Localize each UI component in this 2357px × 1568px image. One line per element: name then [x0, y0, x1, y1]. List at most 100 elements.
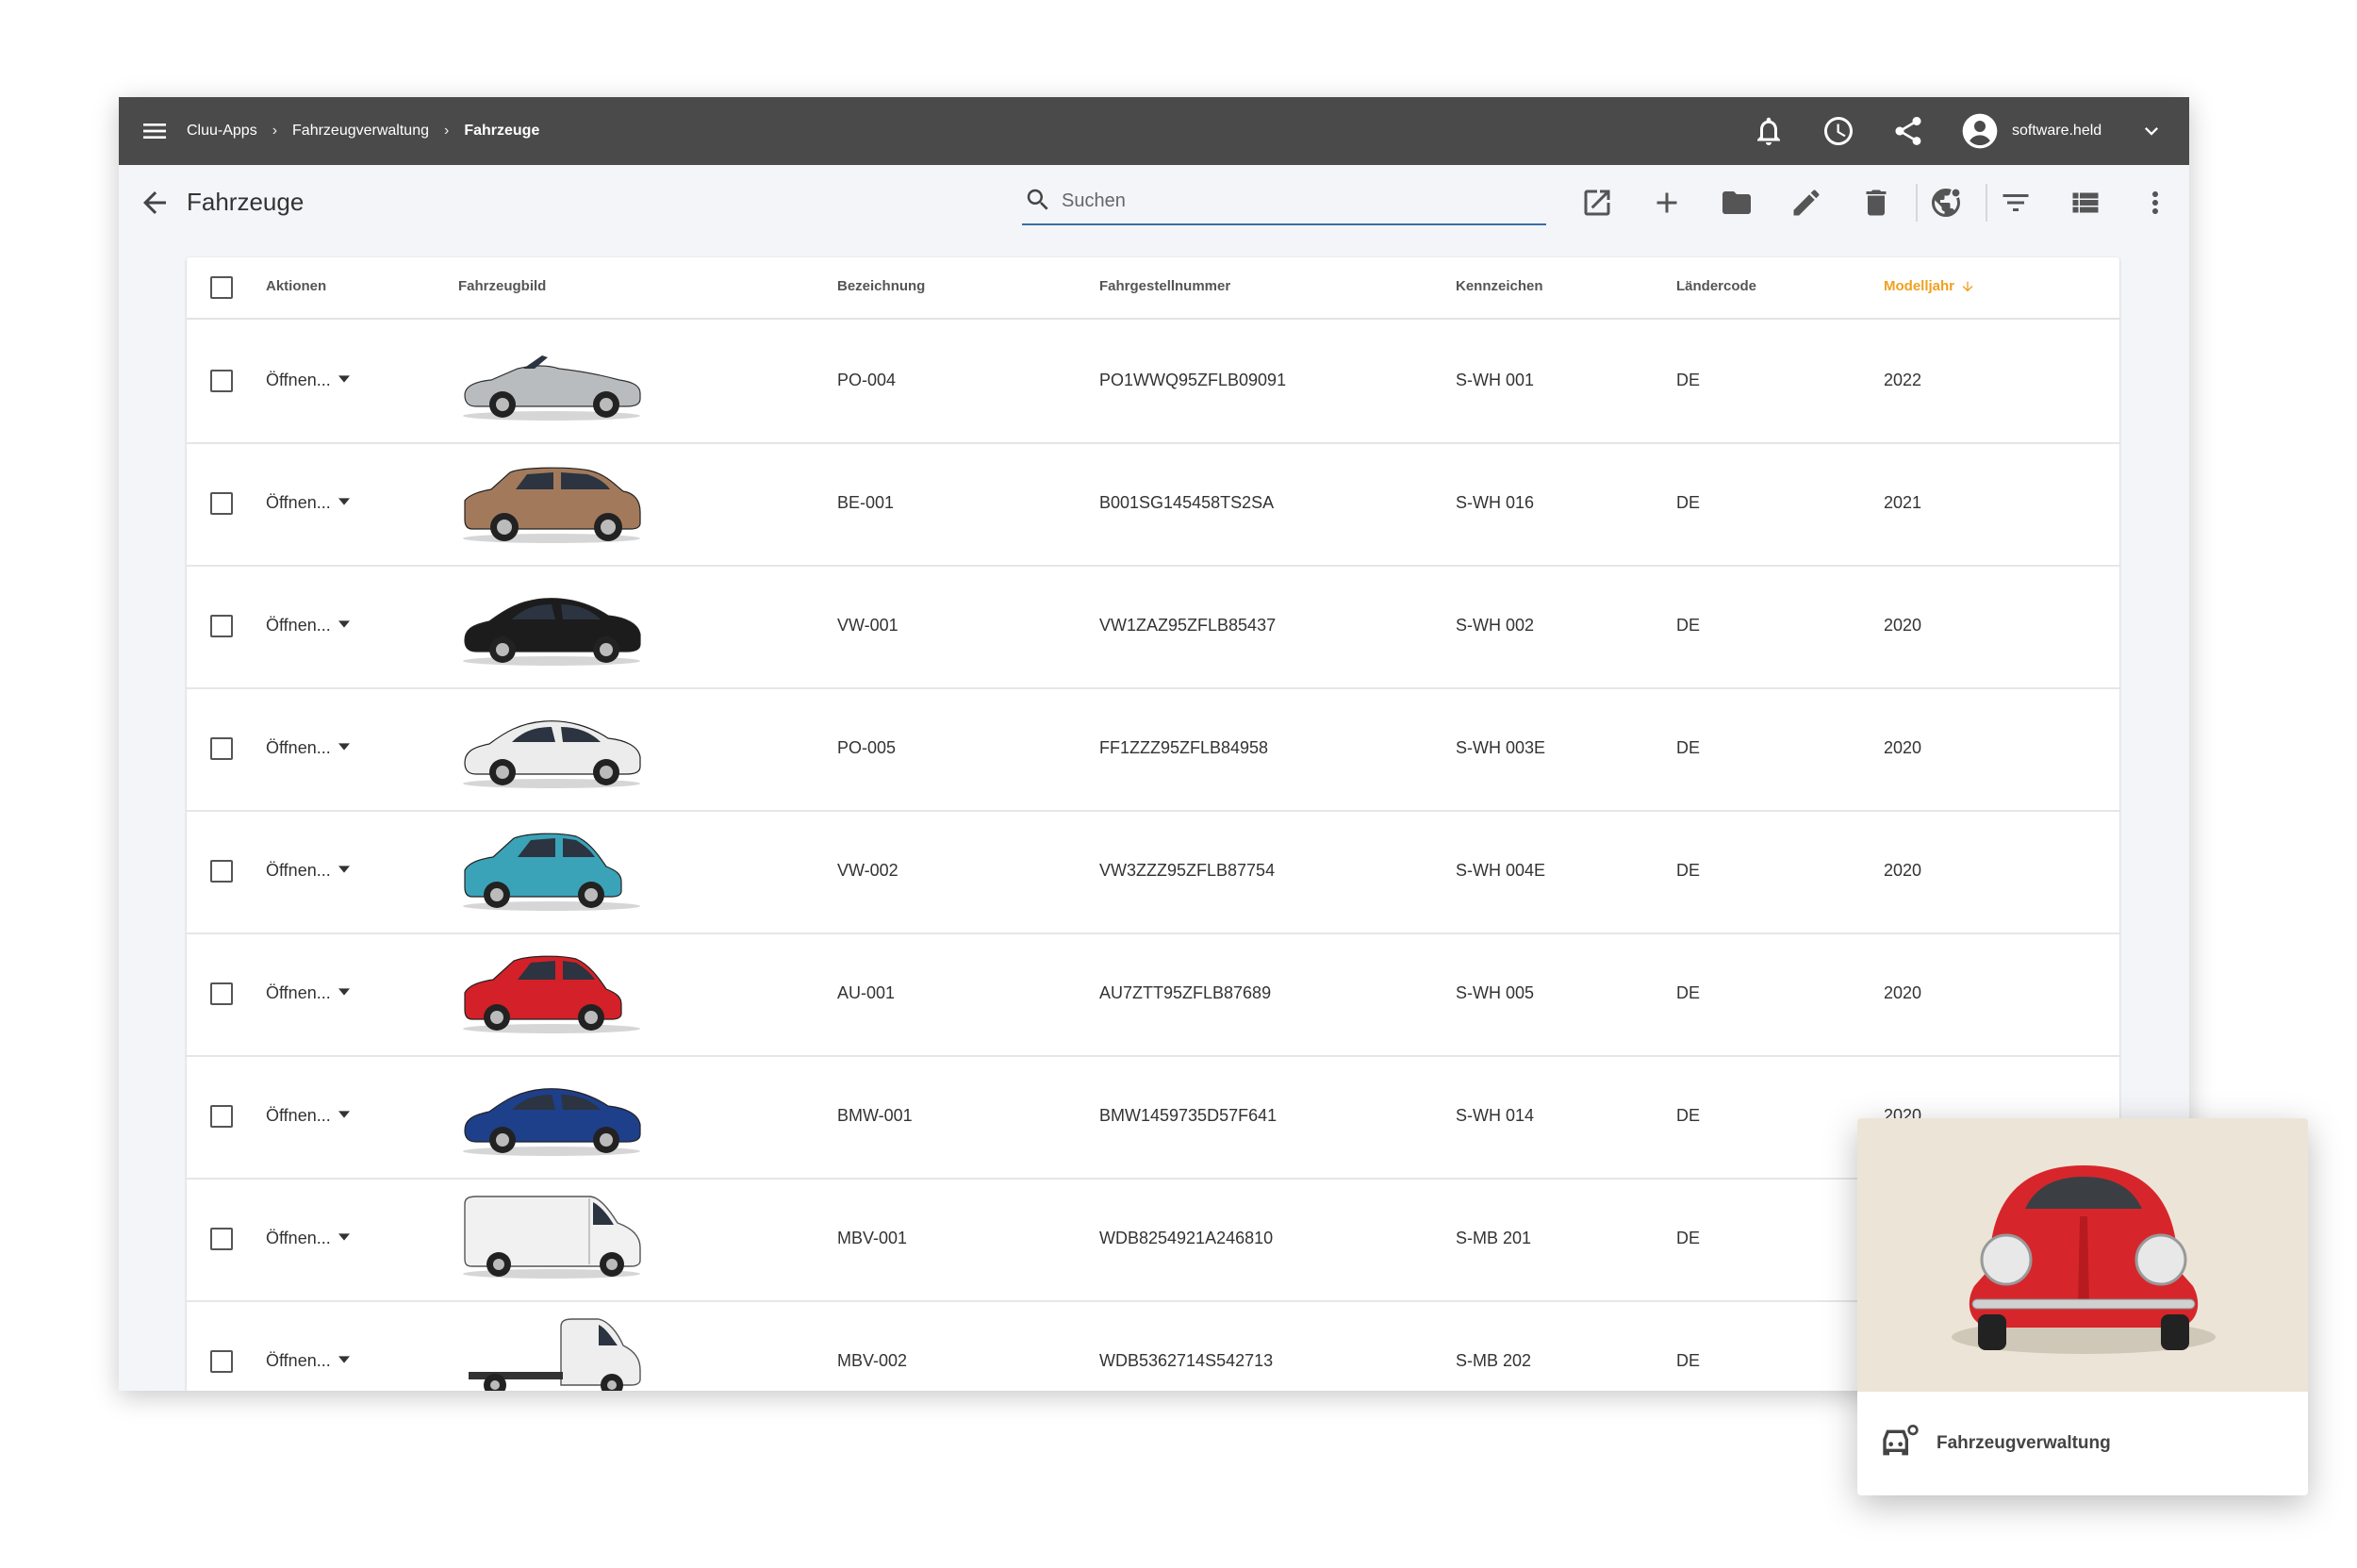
cell-fahrgestellnummer: FF1ZZZ95ZFLB84958 [1099, 738, 1269, 757]
open-label: Öffnen... [266, 983, 331, 1002]
caret-down-icon [338, 987, 350, 996]
open-in-new-icon[interactable] [1580, 186, 1614, 220]
cell-kennzeichen: S-WH 014 [1456, 1106, 1535, 1125]
open-dropdown[interactable]: Öffnen... [266, 616, 350, 635]
filter-icon[interactable] [1999, 186, 2033, 220]
open-label: Öffnen... [266, 371, 331, 389]
open-label: Öffnen... [266, 1351, 331, 1370]
row-checkbox[interactable] [210, 737, 233, 760]
folder-icon[interactable] [1720, 186, 1754, 220]
caret-down-icon [338, 1232, 350, 1241]
open-dropdown[interactable]: Öffnen... [266, 493, 350, 513]
caret-down-icon [338, 374, 350, 383]
cell-kennzeichen: S-WH 001 [1456, 371, 1535, 389]
row-checkbox[interactable] [210, 1350, 233, 1373]
row-checkbox[interactable] [210, 982, 233, 1005]
column-header-fahrzeugbild[interactable]: Fahrzeugbild [458, 278, 546, 294]
cell-modelljahr: 2020 [1884, 738, 1922, 757]
column-header-kennzeichen[interactable]: Kennzeichen [1456, 278, 1543, 294]
open-dropdown[interactable]: Öffnen... [266, 1351, 350, 1371]
cell-kennzeichen: S-WH 016 [1456, 493, 1535, 512]
toolbar-divider [1986, 184, 1987, 222]
car-settings-icon [1883, 1425, 1919, 1456]
row-checkbox[interactable] [210, 492, 233, 515]
cell-fahrgestellnummer: VW1ZAZ95ZFLB85437 [1099, 616, 1277, 635]
table-row[interactable]: Öffnen... MBV-002 WDB5362714S542713 S-MB 20… [187, 1300, 2119, 1391]
cell-fahrgestellnummer: WDB8254921A246810 [1099, 1229, 1274, 1247]
more-vert-icon[interactable] [2138, 186, 2172, 220]
cell-fahrgestellnummer: PO1WWQ95ZFLB09091 [1099, 371, 1287, 389]
table-row[interactable]: Öffnen... BE-001 B001SG145458TS2SA S-WH 016… [187, 442, 2119, 567]
app-tile-fahrzeugverwaltung[interactable]: Fahrzeugverwaltung [1857, 1118, 2308, 1495]
breadcrumb-current: Fahrzeuge [464, 123, 540, 139]
cell-modelljahr: 2020 [1884, 616, 1922, 635]
table-row[interactable]: Öffnen... BMW-001 BMW1459735D57F641 S-WH 01… [187, 1055, 2119, 1180]
list-view-icon[interactable] [2069, 186, 2102, 220]
row-checkbox[interactable] [210, 370, 233, 392]
menu-icon[interactable] [140, 116, 170, 146]
table-row[interactable]: Öffnen... VW-002 VW3ZZZ95ZFLB87754 S-WH 004… [187, 810, 2119, 934]
row-checkbox[interactable] [210, 860, 233, 883]
open-dropdown[interactable]: Öffnen... [266, 1229, 350, 1248]
row-checkbox[interactable] [210, 1228, 233, 1250]
select-all-checkbox[interactable] [210, 276, 233, 299]
open-dropdown[interactable]: Öffnen... [266, 738, 350, 758]
search-field [1022, 178, 1546, 225]
page-title: Fahrzeuge [187, 188, 305, 216]
open-label: Öffnen... [266, 616, 331, 635]
table-row[interactable]: Öffnen... MBV-001 WDB8254921A246810 S-MB 20… [187, 1178, 2119, 1302]
cell-modelljahr: 2020 [1884, 861, 1922, 880]
clock-icon[interactable] [1821, 114, 1855, 148]
row-checkbox[interactable] [210, 615, 233, 637]
table-row[interactable]: Öffnen... PO-004 PO1WWQ95ZFLB09091 S-WH 001… [187, 320, 2119, 444]
vehicle-table: Aktionen Fahrzeugbild Bezeichnung Fahrge… [187, 257, 2119, 1391]
bell-icon[interactable] [1752, 114, 1786, 148]
trash-icon[interactable] [1859, 186, 1893, 220]
breadcrumb-cluu-apps[interactable]: Cluu-Apps [187, 123, 257, 140]
search-icon [1027, 189, 1048, 210]
cell-modelljahr: 2022 [1884, 371, 1922, 389]
column-header-aktionen[interactable]: Aktionen [266, 278, 326, 294]
breadcrumb-fahrzeugverwaltung[interactable]: Fahrzeugverwaltung [292, 123, 429, 140]
open-label: Öffnen... [266, 738, 331, 757]
user-menu[interactable]: software.held [1961, 112, 2102, 150]
cell-kennzeichen: S-WH 002 [1456, 616, 1535, 635]
open-dropdown[interactable]: Öffnen... [266, 1106, 350, 1126]
arrow-down-icon [1962, 281, 1973, 291]
table-row[interactable]: Öffnen... VW-001 VW1ZAZ95ZFLB85437 S-WH 002… [187, 565, 2119, 689]
open-dropdown[interactable]: Öffnen... [266, 983, 350, 1003]
cell-laendercode: DE [1676, 1229, 1701, 1247]
open-label: Öffnen... [266, 861, 331, 880]
cell-laendercode: DE [1676, 738, 1701, 757]
column-header-bezeichnung[interactable]: Bezeichnung [837, 278, 925, 294]
column-header-modelljahr[interactable]: Modelljahr [1884, 278, 1975, 294]
cell-fahrgestellnummer: VW3ZZZ95ZFLB87754 [1099, 861, 1276, 880]
share-icon[interactable] [1891, 114, 1925, 148]
account-circle-icon [1962, 113, 1998, 149]
cell-bezeichnung: PO-004 [837, 371, 897, 389]
search-input[interactable] [1060, 186, 1535, 216]
open-label: Öffnen... [266, 1106, 331, 1125]
row-checkbox[interactable] [210, 1105, 233, 1128]
open-dropdown[interactable]: Öffnen... [266, 861, 350, 881]
cell-fahrgestellnummer: WDB5362714S542713 [1099, 1351, 1274, 1370]
column-header-fahrgestellnummer[interactable]: Fahrgestellnummer [1099, 278, 1230, 294]
table-row[interactable]: Öffnen... AU-001 AU7ZTT95ZFLB87689 S-WH 005… [187, 933, 2119, 1057]
cell-kennzeichen: S-MB 201 [1456, 1229, 1532, 1247]
open-dropdown[interactable]: Öffnen... [266, 371, 350, 390]
cell-kennzeichen: S-WH 005 [1456, 983, 1535, 1002]
table-row[interactable]: Öffnen... PO-005 FF1ZZZ95ZFLB84958 S-WH 003… [187, 687, 2119, 812]
caret-down-icon [338, 742, 350, 751]
plus-icon[interactable] [1650, 186, 1684, 220]
vehicle-image-black-sedan [463, 598, 641, 666]
pencil-icon[interactable] [1789, 186, 1823, 220]
arrow-back-icon[interactable] [138, 186, 172, 220]
cell-bezeichnung: PO-005 [837, 738, 897, 757]
cell-bezeichnung: BE-001 [837, 493, 895, 512]
vehicle-image-red-hatchback [463, 955, 640, 1033]
cell-kennzeichen: S-WH 004E [1456, 861, 1546, 880]
column-header-laendercode[interactable]: Ländercode [1676, 278, 1756, 294]
cell-modelljahr: 2020 [1884, 983, 1922, 1002]
globe-settings-icon[interactable] [1929, 186, 1963, 220]
chevron-down-icon[interactable] [2138, 118, 2165, 144]
